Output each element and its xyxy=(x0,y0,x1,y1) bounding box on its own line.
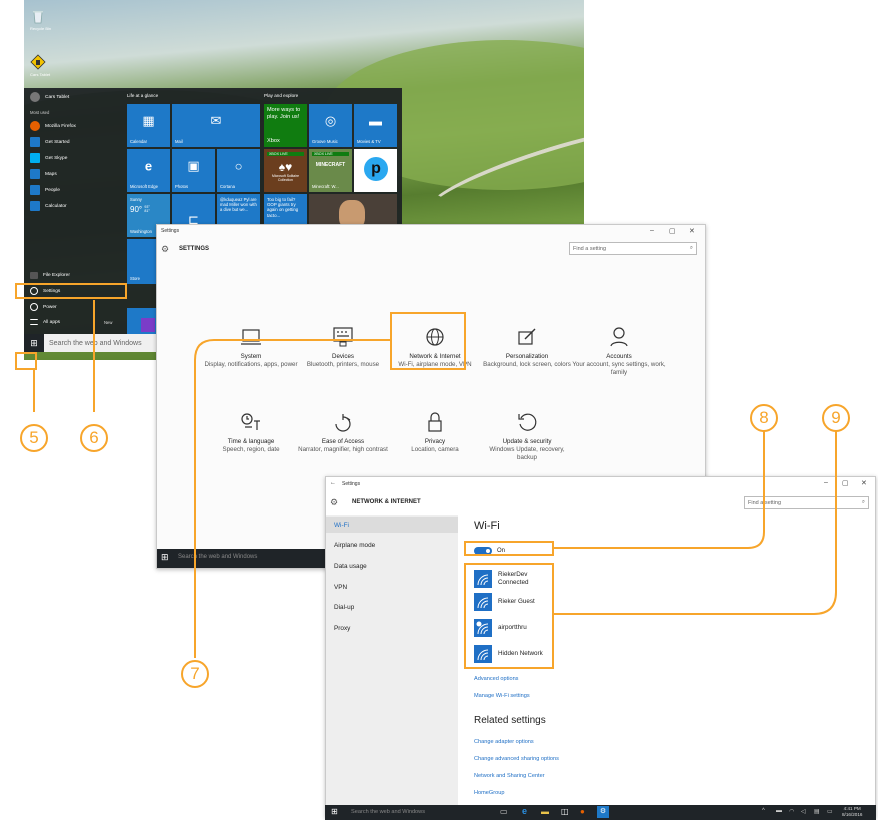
callout-line-7 xyxy=(194,339,390,658)
callout-line-8 xyxy=(554,430,765,549)
highlight-network-category xyxy=(390,312,466,370)
callout-number-5: 5 xyxy=(20,424,48,452)
callout-number-8: 8 xyxy=(750,404,778,432)
callout-number-7: 7 xyxy=(181,660,209,688)
highlight-settings-item xyxy=(15,283,127,299)
highlight-wifi-list xyxy=(464,563,554,669)
callout-line-9 xyxy=(554,430,837,615)
highlight-start-button xyxy=(15,352,37,370)
callout-lines xyxy=(33,300,837,658)
callout-number-9: 9 xyxy=(822,404,850,432)
highlight-wifi-toggle xyxy=(464,541,554,556)
callout-number-6: 6 xyxy=(80,424,108,452)
